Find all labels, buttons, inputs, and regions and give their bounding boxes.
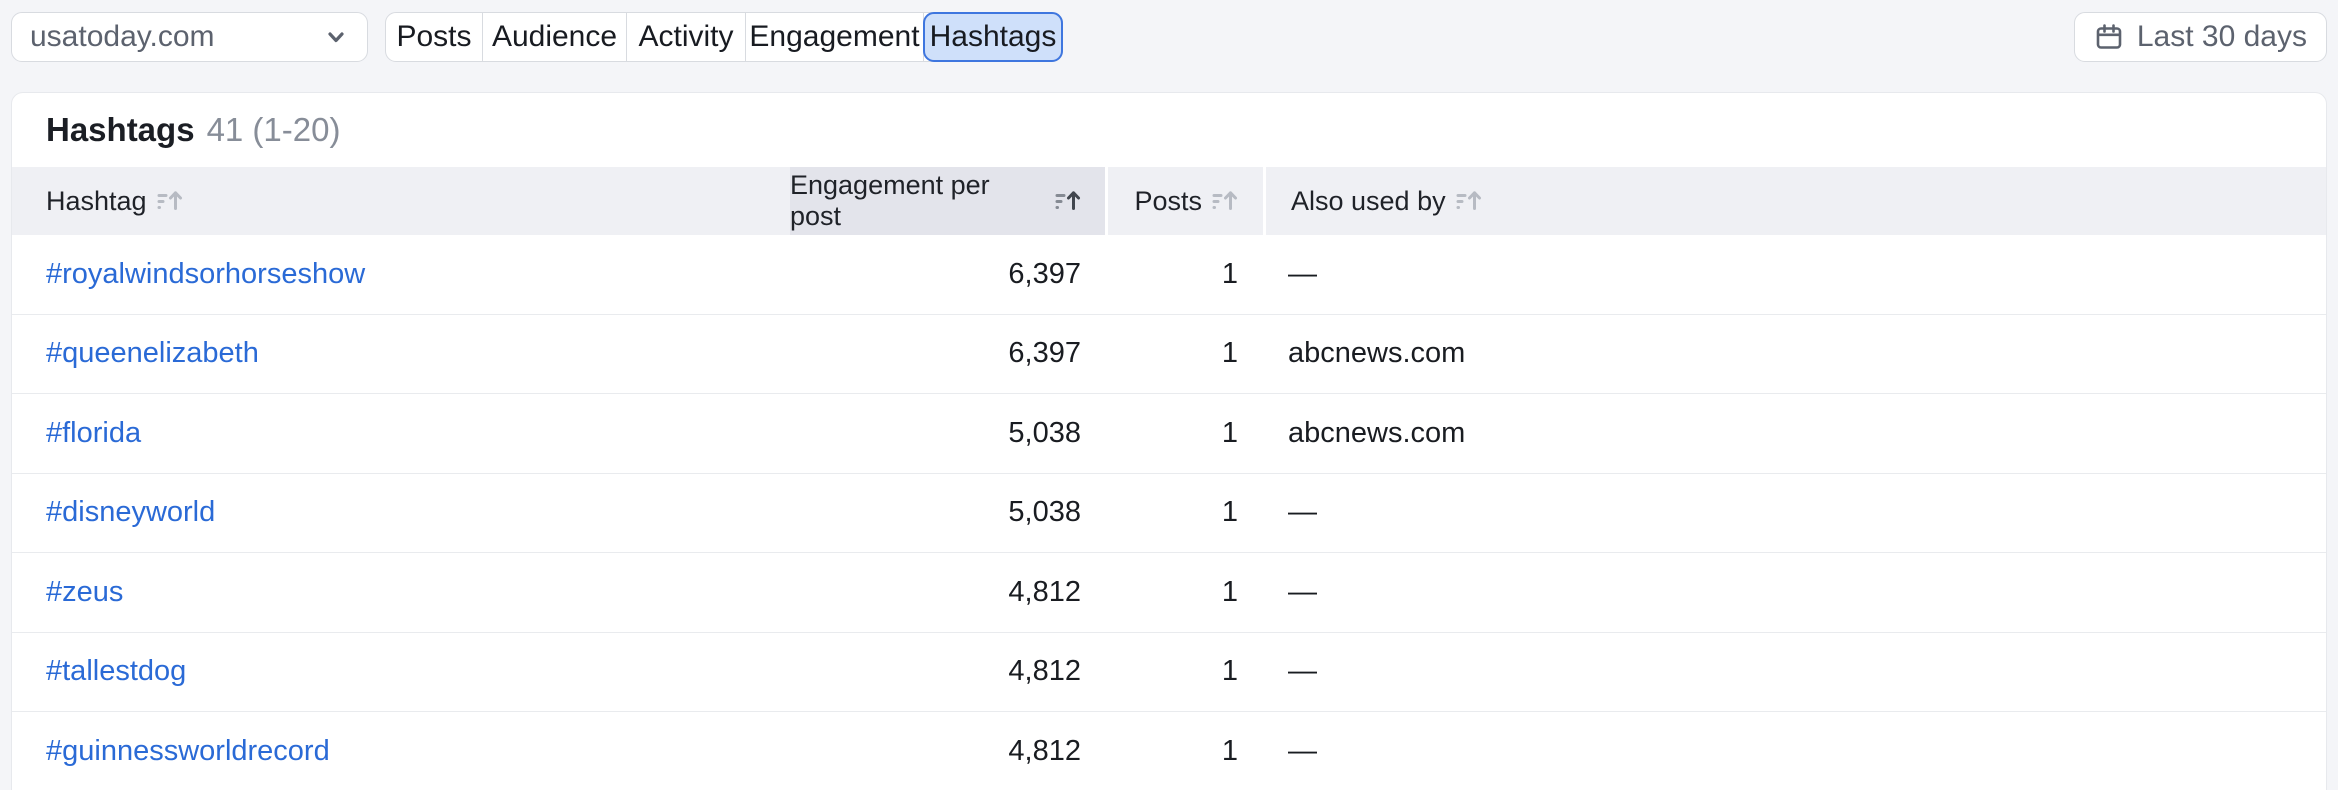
table-row: #royalwindsorhorseshow 6,397 1 — (12, 235, 2326, 315)
card-header: Hashtags 41 (1-20) (12, 93, 2326, 167)
hashtags-count: 41 (1-20) (207, 111, 341, 149)
date-range-button[interactable]: Last 30 days (2074, 12, 2327, 62)
sort-ascending-icon (157, 188, 183, 214)
posts-cell: 1 (1105, 235, 1263, 314)
table-row: #florida 5,038 1 abcnews.com (12, 394, 2326, 474)
card-title: Hashtags (46, 111, 195, 149)
chevron-down-icon (321, 22, 351, 52)
also-used-by-cell: — (1263, 712, 2326, 790)
calendar-icon (2094, 22, 2124, 52)
engagement-cell: 5,038 (790, 394, 1105, 473)
also-used-by-cell: — (1263, 474, 2326, 553)
engagement-cell: 5,038 (790, 474, 1105, 553)
table-row: #zeus 4,812 1 — (12, 553, 2326, 633)
column-header-engagement-per-post[interactable]: Engagement per post (790, 167, 1105, 235)
table-header-row: Hashtag Engagement per post (12, 167, 2326, 235)
posts-cell: 1 (1105, 553, 1263, 632)
also-used-by-cell: abcnews.com (1263, 315, 2326, 394)
column-header-posts[interactable]: Posts (1105, 167, 1263, 235)
tab-audience[interactable]: Audience (483, 13, 627, 61)
table-row: #tallestdog 4,812 1 — (12, 633, 2326, 713)
hashtag-link[interactable]: #florida (46, 417, 141, 450)
table-row: #disneyworld 5,038 1 — (12, 474, 2326, 554)
date-range-label: Last 30 days (2137, 20, 2307, 54)
posts-cell: 1 (1105, 633, 1263, 712)
hashtag-link[interactable]: #queenelizabeth (46, 337, 259, 370)
posts-cell: 1 (1105, 394, 1263, 473)
profile-selector-value: usatoday.com (30, 20, 215, 54)
report-tabs: Posts Audience Activity Engagement Hasht… (385, 12, 1063, 62)
hashtag-link[interactable]: #tallestdog (46, 655, 186, 688)
sort-ascending-icon (1456, 188, 1482, 214)
profile-selector[interactable]: usatoday.com (11, 12, 368, 62)
table-row: #queenelizabeth 6,397 1 abcnews.com (12, 315, 2326, 395)
engagement-cell: 4,812 (790, 553, 1105, 632)
hashtag-link[interactable]: #disneyworld (46, 496, 215, 529)
column-header-also-used-by[interactable]: Also used by (1263, 167, 2326, 235)
posts-cell: 1 (1105, 315, 1263, 394)
sort-ascending-icon (1055, 188, 1081, 214)
also-used-by-cell: — (1263, 235, 2326, 314)
also-used-by-cell: abcnews.com (1263, 394, 2326, 473)
also-used-by-cell: — (1263, 553, 2326, 632)
hashtags-card: Hashtags 41 (1-20) Hashtag Engagement pe… (11, 92, 2327, 790)
hashtag-link[interactable]: #royalwindsorhorseshow (46, 258, 365, 291)
hashtag-link[interactable]: #guinnessworldrecord (46, 735, 330, 768)
engagement-cell: 6,397 (790, 315, 1105, 394)
engagement-cell: 6,397 (790, 235, 1105, 314)
also-used-by-cell: — (1263, 633, 2326, 712)
column-header-hashtag[interactable]: Hashtag (12, 167, 790, 235)
posts-cell: 1 (1105, 712, 1263, 790)
engagement-cell: 4,812 (790, 633, 1105, 712)
tab-activity[interactable]: Activity (627, 13, 746, 61)
engagement-cell: 4,812 (790, 712, 1105, 790)
hashtag-link[interactable]: #zeus (46, 576, 123, 609)
table-row: #guinnessworldrecord 4,812 1 — (12, 712, 2326, 790)
tab-hashtags[interactable]: Hashtags (923, 12, 1063, 62)
posts-cell: 1 (1105, 474, 1263, 553)
tab-posts[interactable]: Posts (386, 13, 483, 61)
sort-ascending-icon (1212, 188, 1238, 214)
tab-engagement[interactable]: Engagement (746, 13, 924, 61)
